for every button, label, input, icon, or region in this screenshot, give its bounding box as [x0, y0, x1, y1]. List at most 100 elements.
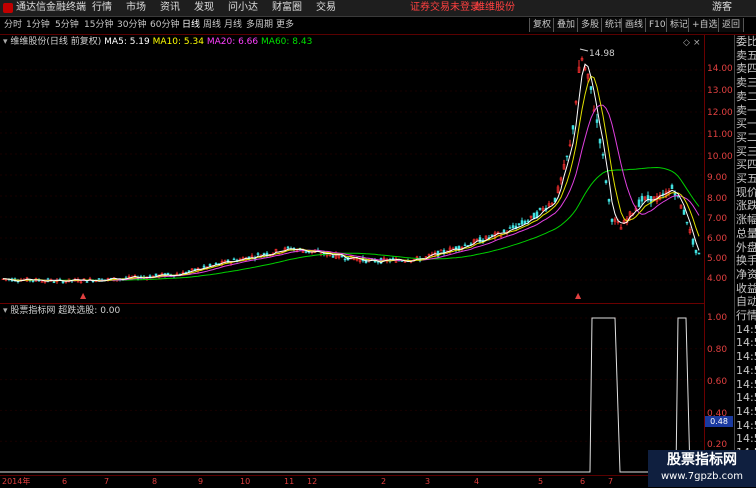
quote-panel-item: 14:5: [736, 418, 756, 432]
quote-panel-item: 涨幅: [736, 213, 756, 227]
quote-panel-item: 14:5: [736, 336, 756, 350]
candle-body: [208, 263, 212, 267]
time-tick: 7: [104, 477, 110, 486]
y-tick-sub: 0.60: [707, 377, 728, 387]
tab-daily[interactable]: 日线: [182, 17, 200, 34]
stock-name-link[interactable]: 维维股份: [475, 0, 515, 16]
multi-stock-button[interactable]: 多股: [577, 18, 604, 32]
candle-body: [571, 125, 575, 130]
tab-15min[interactable]: 15分钟: [84, 17, 113, 34]
quote-panel-item: 现价: [736, 185, 756, 199]
candle-body: [343, 258, 347, 261]
watermark-url: www.7gpzb.com: [661, 471, 743, 482]
candle-body: [670, 184, 674, 190]
menu-jiaoyi[interactable]: 交易: [316, 0, 336, 16]
indicator-chart[interactable]: [0, 304, 703, 475]
chart-grid: [0, 69, 703, 281]
candle-body: [463, 244, 467, 247]
quote-panel-item: 外盘: [736, 240, 756, 254]
tab-weekly[interactable]: 周线: [203, 17, 221, 34]
y-tick: 7.00: [707, 214, 728, 224]
tab-multi-period[interactable]: 多周期: [246, 17, 273, 34]
stock-title: 维维股份(日线 前复权): [10, 37, 102, 47]
watermark: 股票指标网 www.7gpzb.com: [648, 450, 756, 487]
y-tick: 10.00: [707, 152, 733, 162]
indicator-menu-icon: ▾: [3, 306, 8, 316]
y-tick-sub: 0.20: [707, 440, 728, 450]
draw-line-button[interactable]: 画线: [621, 18, 648, 32]
candle-body: [340, 255, 344, 258]
time-tick: 6: [580, 477, 586, 486]
time-tick: 4: [474, 477, 480, 486]
candle-body: [682, 209, 686, 215]
candle-body: [517, 223, 521, 225]
tab-30min[interactable]: 30分钟: [117, 17, 146, 34]
period-toolbar: 分时 1分钟 5分钟 15分钟 30分钟 60分钟 日线 周线 月线 多周期 更…: [0, 17, 756, 35]
event-marker: ▲: [80, 291, 87, 300]
add-watchlist-button[interactable]: +自选: [688, 18, 722, 32]
y-tick: 9.00: [707, 173, 728, 183]
quote-panel-item: 卖五: [736, 48, 756, 62]
time-tick: 2: [381, 477, 387, 486]
candle-body: [304, 251, 308, 253]
adjust-button[interactable]: 复权: [529, 18, 556, 32]
event-marker: ▲: [575, 291, 582, 300]
chart-corner-icons: ◇ ×: [683, 38, 701, 48]
time-tick: 7: [608, 477, 614, 486]
y-tick: 11.00: [707, 130, 733, 140]
quote-panel-item: 14:5: [736, 391, 756, 405]
candle-body: [508, 227, 512, 229]
menu-faxian[interactable]: 发现: [194, 0, 214, 16]
quote-panel-item: 卖四: [736, 62, 756, 76]
menu-hangqing[interactable]: 行情: [92, 0, 112, 16]
tab-fenshi[interactable]: 分时: [4, 17, 22, 34]
tab-1min[interactable]: 1分钟: [26, 17, 50, 34]
menu-zixun[interactable]: 资讯: [160, 0, 180, 16]
guest-link[interactable]: 游客: [712, 0, 732, 16]
quote-panel-item: 买三: [736, 144, 756, 158]
menu-shichang[interactable]: 市场: [126, 0, 146, 16]
y-tick: 4.00: [707, 274, 728, 284]
quote-panel-item: 卖二: [736, 89, 756, 103]
candle-body: [526, 220, 530, 222]
y-tick: 13.00: [707, 86, 733, 96]
back-button[interactable]: 返回: [718, 18, 745, 32]
tab-monthly[interactable]: 月线: [224, 17, 242, 34]
tab-more[interactable]: 更多: [276, 17, 294, 34]
kline-chart[interactable]: 14.98 ▲ ▲ ◇ ×: [0, 35, 703, 305]
peak-price-label: 14.98: [589, 49, 615, 59]
candle-body: [202, 265, 206, 268]
quote-panel-item: 涨跌: [736, 199, 756, 213]
y-tick: 6.00: [707, 234, 728, 244]
candle-body: [691, 238, 695, 245]
candle-body: [286, 246, 290, 249]
candlesticks: [1, 56, 701, 284]
candle-body: [523, 220, 527, 225]
menu-wenxiaoda[interactable]: 问小达: [228, 0, 258, 16]
candle-body: [490, 234, 494, 237]
ma10-value: MA10: 5.34: [152, 37, 204, 47]
time-axis: 2014年 6 7 8 9 10 11 12 2 3 4 5 6 7 8: [0, 475, 756, 488]
candle-body: [640, 195, 644, 202]
candle-body: [565, 155, 569, 158]
watermark-title: 股票指标网: [667, 452, 737, 468]
ma-legend: ▾ 维维股份(日线 前复权) MA5: 5.19 MA10: 5.34 MA20…: [3, 36, 312, 48]
candle-body: [604, 180, 608, 183]
menu-caifuquan[interactable]: 财富圈: [272, 0, 302, 16]
login-notice[interactable]: 证券交易未登录: [410, 0, 480, 16]
ma60-value: MA60: 8.43: [261, 37, 313, 47]
overlay-button[interactable]: 叠加: [553, 18, 580, 32]
indicator-legend: ▾ 股票指标网 超跌选股: 0.00: [3, 305, 120, 317]
settings-icon: ◇: [683, 38, 690, 48]
quote-panel-item: 买五: [736, 172, 756, 185]
tab-5min[interactable]: 5分钟: [55, 17, 79, 34]
tab-60min[interactable]: 60分钟: [150, 17, 179, 34]
candle-body: [391, 258, 395, 260]
y-tick: 12.00: [707, 108, 733, 118]
indicator-value: 超跌选股: 0.00: [58, 306, 121, 316]
time-tick: 11: [284, 477, 295, 486]
ma60-line: [2, 166, 700, 281]
quote-panel-item: 14:5: [736, 322, 756, 336]
quote-panel-item: 收益: [736, 281, 756, 295]
candle-body: [538, 207, 542, 210]
